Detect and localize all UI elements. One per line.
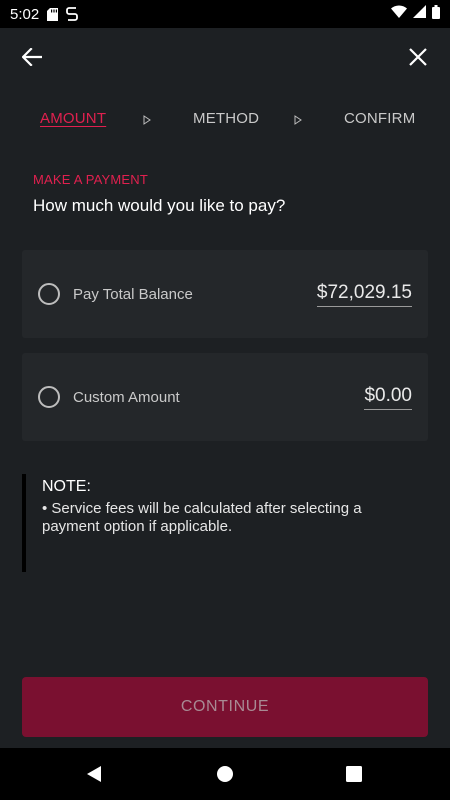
sync-icon bbox=[66, 7, 79, 21]
radio-button[interactable] bbox=[38, 283, 60, 305]
continue-button[interactable]: CONTINUE bbox=[22, 677, 428, 737]
back-arrow-icon[interactable] bbox=[18, 43, 46, 71]
page-title: How much would you like to pay? bbox=[33, 196, 286, 215]
custom-amount-input[interactable]: $0.00 bbox=[364, 385, 412, 410]
step-confirm[interactable]: CONFIRM bbox=[344, 110, 415, 127]
payment-steps: AMOUNT METHOD CONFIRM bbox=[0, 104, 450, 132]
step-arrow-icon bbox=[294, 112, 302, 130]
signal-icon bbox=[413, 5, 426, 23]
nav-back-icon[interactable] bbox=[84, 764, 104, 784]
note-title: NOTE: bbox=[42, 478, 91, 495]
close-icon[interactable] bbox=[404, 43, 432, 71]
step-amount[interactable]: AMOUNT bbox=[40, 110, 106, 127]
nav-home-icon[interactable] bbox=[215, 764, 235, 784]
system-nav-bar bbox=[0, 748, 450, 800]
status-time: 5:02 bbox=[10, 5, 40, 23]
app-bar bbox=[0, 28, 450, 86]
sd-card-icon bbox=[47, 7, 59, 21]
option-label: Pay Total Balance bbox=[73, 285, 193, 303]
status-bar: 5:02 bbox=[0, 0, 450, 28]
step-arrow-icon bbox=[143, 112, 151, 130]
option-custom-amount[interactable]: Custom Amount $0.00 bbox=[22, 353, 428, 441]
battery-icon bbox=[432, 4, 440, 24]
section-label: MAKE A PAYMENT bbox=[33, 172, 149, 187]
step-method[interactable]: METHOD bbox=[193, 110, 259, 127]
wifi-icon bbox=[391, 5, 407, 23]
nav-recents-icon[interactable] bbox=[344, 764, 364, 784]
note-box: NOTE: • Service fees will be calculated … bbox=[22, 474, 428, 572]
option-total-balance[interactable]: Pay Total Balance $72,029.15 bbox=[22, 250, 428, 338]
total-balance-value: $72,029.15 bbox=[316, 282, 412, 307]
note-text: • Service fees will be calculated after … bbox=[42, 500, 362, 535]
option-label: Custom Amount bbox=[73, 388, 180, 406]
radio-button[interactable] bbox=[38, 386, 60, 408]
